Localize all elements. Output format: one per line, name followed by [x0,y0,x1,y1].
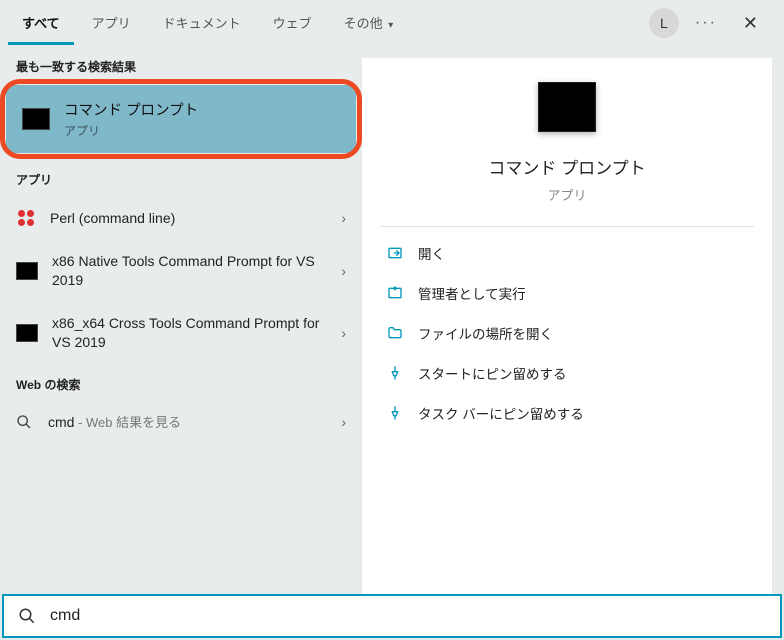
tab-apps[interactable]: アプリ [78,1,145,45]
close-icon[interactable]: ✕ [733,7,768,40]
search-bar[interactable] [2,594,782,638]
action-pin-start[interactable]: スタートにピン留めする [380,353,754,393]
action-run-admin[interactable]: 管理者として実行 [380,273,754,313]
detail-title: コマンド プロンプト [380,154,754,179]
search-icon [18,607,36,625]
action-label: スタートにピン留めする [418,363,567,383]
best-match-title: コマンド プロンプト [64,99,340,120]
top-tab-bar: すべて アプリ ドキュメント ウェブ その他 ▾ L ··· ✕ [0,0,784,46]
action-pin-taskbar[interactable]: タスク バーにピン留めする [380,393,754,433]
web-search-header: Web の検索 [0,364,362,401]
detail-subtitle: アプリ [380,185,754,204]
action-open-location[interactable]: ファイルの場所を開く [380,313,754,353]
terminal-icon [16,262,38,280]
app-result-vs-x86[interactable]: x86 Native Tools Command Prompt for VS 2… [0,240,362,302]
app-result-label: Perl (command line) [50,209,341,228]
action-open[interactable]: 開く [380,233,754,273]
chevron-right-icon: › [341,263,346,279]
app-result-label: x86 Native Tools Command Prompt for VS 2… [52,252,341,290]
open-icon [384,245,406,261]
action-label: 管理者として実行 [418,283,526,303]
action-label: 開く [418,243,445,263]
terminal-icon [22,108,50,130]
web-suffix-text: - Web 結果を見る [74,415,181,430]
topbar-right: L ··· ✕ [649,7,776,40]
search-icon [16,414,34,430]
divider [380,226,754,227]
tabs-container: すべて アプリ ドキュメント ウェブ その他 ▾ [8,1,407,45]
app-result-perl[interactable]: Perl (command line) › [0,196,362,240]
best-match-subtitle: アプリ [64,122,340,139]
tab-web[interactable]: ウェブ [259,1,326,45]
admin-icon [384,285,406,301]
results-column: 最も一致する検索結果 コマンド プロンプト アプリ アプリ Perl (comm… [0,46,362,594]
tab-documents[interactable]: ドキュメント [149,1,255,45]
folder-icon [384,325,406,341]
pin-icon [384,365,406,381]
tab-more-label: その他 [344,16,383,31]
action-label: タスク バーにピン留めする [418,403,584,423]
tab-all[interactable]: すべて [8,1,74,45]
web-query-text: cmd [48,414,74,430]
web-search-item[interactable]: cmd - Web 結果を見る › [0,401,362,444]
terminal-icon [16,324,38,342]
web-search-label: cmd - Web 結果を見る [48,413,341,432]
chevron-right-icon: › [341,210,346,226]
detail-panel: コマンド プロンプト アプリ 開く 管理者として実行 ファイルの場所を開く [362,58,772,594]
app-result-label: x86_x64 Cross Tools Command Prompt for V… [52,314,341,352]
pin-icon [384,405,406,421]
app-result-vs-x86-x64[interactable]: x86_x64 Cross Tools Command Prompt for V… [0,302,362,364]
chevron-right-icon: › [341,325,346,341]
chevron-right-icon: › [341,414,346,430]
apps-header: アプリ [0,159,362,196]
best-match-item[interactable]: コマンド プロンプト アプリ [6,85,356,153]
detail-terminal-icon [538,82,596,132]
tab-more[interactable]: その他 ▾ [330,1,408,45]
main-content: 最も一致する検索結果 コマンド プロンプト アプリ アプリ Perl (comm… [0,46,784,594]
search-input[interactable] [50,607,766,625]
more-options-icon[interactable]: ··· [691,10,721,36]
action-label: ファイルの場所を開く [418,323,553,343]
user-avatar[interactable]: L [649,8,679,38]
chevron-down-icon: ▾ [388,20,393,31]
perl-icon [16,208,36,228]
best-match-header: 最も一致する検索結果 [0,46,362,83]
